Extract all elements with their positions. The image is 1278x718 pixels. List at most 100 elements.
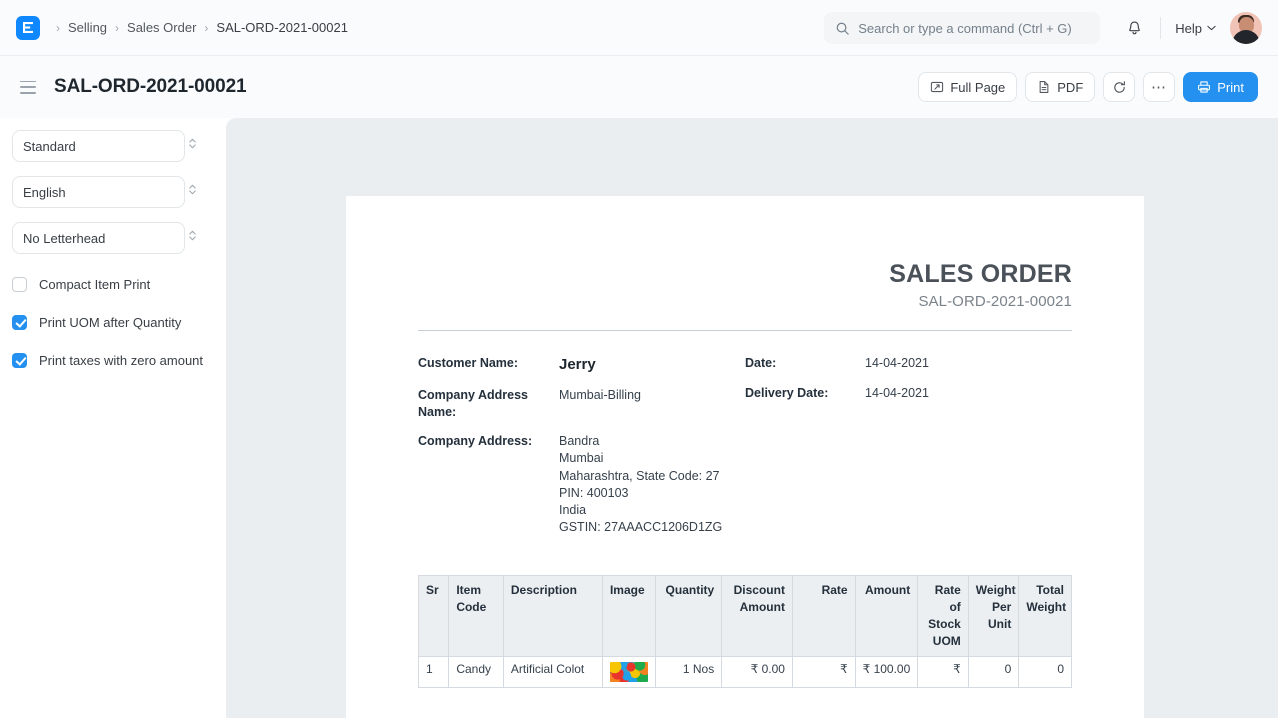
document-subtitle: SAL-ORD-2021-00021 (418, 293, 1072, 310)
cell-sr: 1 (419, 656, 449, 687)
letterhead-select[interactable]: No Letterhead (12, 222, 185, 254)
field-value: Jerry (559, 355, 596, 376)
bell-icon (1126, 20, 1143, 37)
column-header-total-weight: Total Weight (1019, 575, 1072, 656)
breadcrumb-item-current: SAL-ORD-2021-00021 (216, 20, 348, 35)
refresh-button[interactable] (1103, 72, 1135, 102)
avatar-body (1232, 30, 1260, 44)
full-page-label: Full Page (950, 80, 1005, 95)
hamburger-menu-icon[interactable] (20, 81, 36, 94)
more-options-button[interactable]: ⋯ (1143, 72, 1175, 102)
field-value: Mumbai-Billing (559, 387, 641, 421)
breadcrumb-separator-icon: › (204, 21, 208, 35)
cell-total-weight: 0 (1019, 656, 1072, 687)
field-label: Delivery Date: (745, 385, 865, 402)
checkbox-print-uom-after-quantity[interactable]: Print UOM after Quantity (12, 306, 206, 338)
breadcrumb-separator-icon: › (115, 21, 119, 35)
column-header-rate: Rate (792, 575, 855, 656)
cell-image (602, 656, 655, 687)
cell-amount: ₹ 100.00 (855, 656, 918, 687)
checkbox-label: Print taxes with zero amount (39, 353, 203, 368)
help-menu[interactable]: Help (1175, 21, 1216, 36)
chevron-down-icon (1207, 25, 1216, 31)
field-customer-name: Customer Name: Jerry (418, 355, 745, 376)
checkbox-box[interactable] (12, 277, 27, 292)
print-format-select[interactable]: Standard (12, 130, 185, 162)
chevron-updown-icon (188, 137, 197, 155)
print-label: Print (1217, 80, 1244, 95)
navbar-divider (1160, 17, 1161, 39)
field-date: Date: 14-04-2021 (745, 355, 1072, 372)
field-value: 14-04-2021 (865, 385, 929, 402)
cell-quantity: 1 Nos (655, 656, 722, 687)
page-body: Standard English No Letter (0, 118, 1278, 718)
items-table-body: 1 Candy Artificial Colot 1 Nos ₹ 0.00 ₹ … (419, 656, 1072, 687)
column-header-sr: Sr (419, 575, 449, 656)
breadcrumb-separator-icon: › (56, 21, 60, 35)
checkbox-compact-item-print[interactable]: Compact Item Print (12, 268, 206, 300)
column-header-rate-of-stock-uom: Rate of Stock UOM (918, 575, 969, 656)
chevron-updown-icon (188, 229, 197, 247)
breadcrumb-item-sales-order[interactable]: Sales Order (127, 20, 196, 35)
column-header-amount: Amount (855, 575, 918, 656)
help-label: Help (1175, 21, 1202, 36)
checkbox-label: Compact Item Print (39, 277, 150, 292)
field-label: Company Address: (418, 433, 559, 537)
field-value: 14-04-2021 (865, 355, 929, 372)
pdf-label: PDF (1057, 80, 1083, 95)
field-label: Date: (745, 355, 865, 372)
chevron-updown-icon (188, 183, 197, 201)
cell-item-code: Candy (449, 656, 504, 687)
full-page-button[interactable]: Full Page (918, 72, 1017, 102)
field-company-address-name: Company Address Name: Mumbai-Billing (418, 387, 745, 421)
ellipsis-icon: ⋯ (1151, 80, 1168, 95)
language-select[interactable]: English (12, 176, 185, 208)
cell-description: Artificial Colot (503, 656, 602, 687)
printer-icon (1197, 80, 1211, 94)
items-table-header: Sr Item Code Description Image Quantity … (419, 575, 1072, 656)
column-header-item-code: Item Code (449, 575, 504, 656)
breadcrumb-item-selling[interactable]: Selling (68, 20, 107, 35)
field-value: Bandra Mumbai Maharashtra, State Code: 2… (559, 433, 722, 537)
field-label: Customer Name: (418, 355, 559, 376)
cell-rate-of-stock-uom: ₹ (918, 656, 969, 687)
checkbox-box[interactable] (12, 353, 27, 368)
navbar-right-group: Help (824, 0, 1262, 56)
refresh-icon (1112, 80, 1127, 95)
page-actions: Full Page PDF ⋯ Print (918, 56, 1258, 118)
cell-discount-amount: ₹ 0.00 (722, 656, 793, 687)
letterhead-field: No Letterhead (12, 222, 206, 254)
file-icon (1037, 80, 1051, 94)
document-title: SALES ORDER (418, 260, 1072, 289)
printed-document: SALES ORDER SAL-ORD-2021-00021 Customer … (346, 196, 1144, 718)
search-icon (835, 21, 850, 36)
avatar[interactable] (1230, 12, 1262, 44)
fields-column-right: Date: 14-04-2021 Delivery Date: 14-04-20… (745, 355, 1072, 549)
field-company-address: Company Address: Bandra Mumbai Maharasht… (418, 433, 745, 537)
cell-rate: ₹ (792, 656, 855, 687)
page-title: SAL-ORD-2021-00021 (54, 76, 247, 98)
document-fields: Customer Name: Jerry Company Address Nam… (418, 355, 1072, 549)
print-format-field: Standard (12, 130, 206, 162)
cell-weight-per-unit: 0 (968, 656, 1019, 687)
checkbox-box[interactable] (12, 315, 27, 330)
candy-thumbnail-icon (610, 662, 648, 682)
search-input[interactable] (858, 21, 1089, 36)
erpnext-logo-icon[interactable] (16, 16, 40, 40)
search-box[interactable] (824, 12, 1100, 44)
pdf-button[interactable]: PDF (1025, 72, 1095, 102)
table-header-row: Sr Item Code Description Image Quantity … (419, 575, 1072, 656)
column-header-description: Description (503, 575, 602, 656)
notifications-button[interactable] (1120, 14, 1148, 42)
checkbox-print-taxes-with-zero-amount[interactable]: Print taxes with zero amount (12, 344, 206, 376)
table-row: 1 Candy Artificial Colot 1 Nos ₹ 0.00 ₹ … (419, 656, 1072, 687)
column-header-image: Image (602, 575, 655, 656)
field-delivery-date: Delivery Date: 14-04-2021 (745, 385, 1072, 402)
breadcrumb: › Selling › Sales Order › SAL-ORD-2021-0… (48, 20, 348, 35)
page-header: SAL-ORD-2021-00021 Full Page PDF ⋯ (0, 56, 1278, 118)
column-header-weight-per-unit: Weight Per Unit (968, 575, 1019, 656)
print-button[interactable]: Print (1183, 72, 1258, 102)
print-settings-sidebar: Standard English No Letter (0, 118, 226, 718)
language-field: English (12, 176, 206, 208)
print-preview-area: SALES ORDER SAL-ORD-2021-00021 Customer … (226, 118, 1278, 718)
